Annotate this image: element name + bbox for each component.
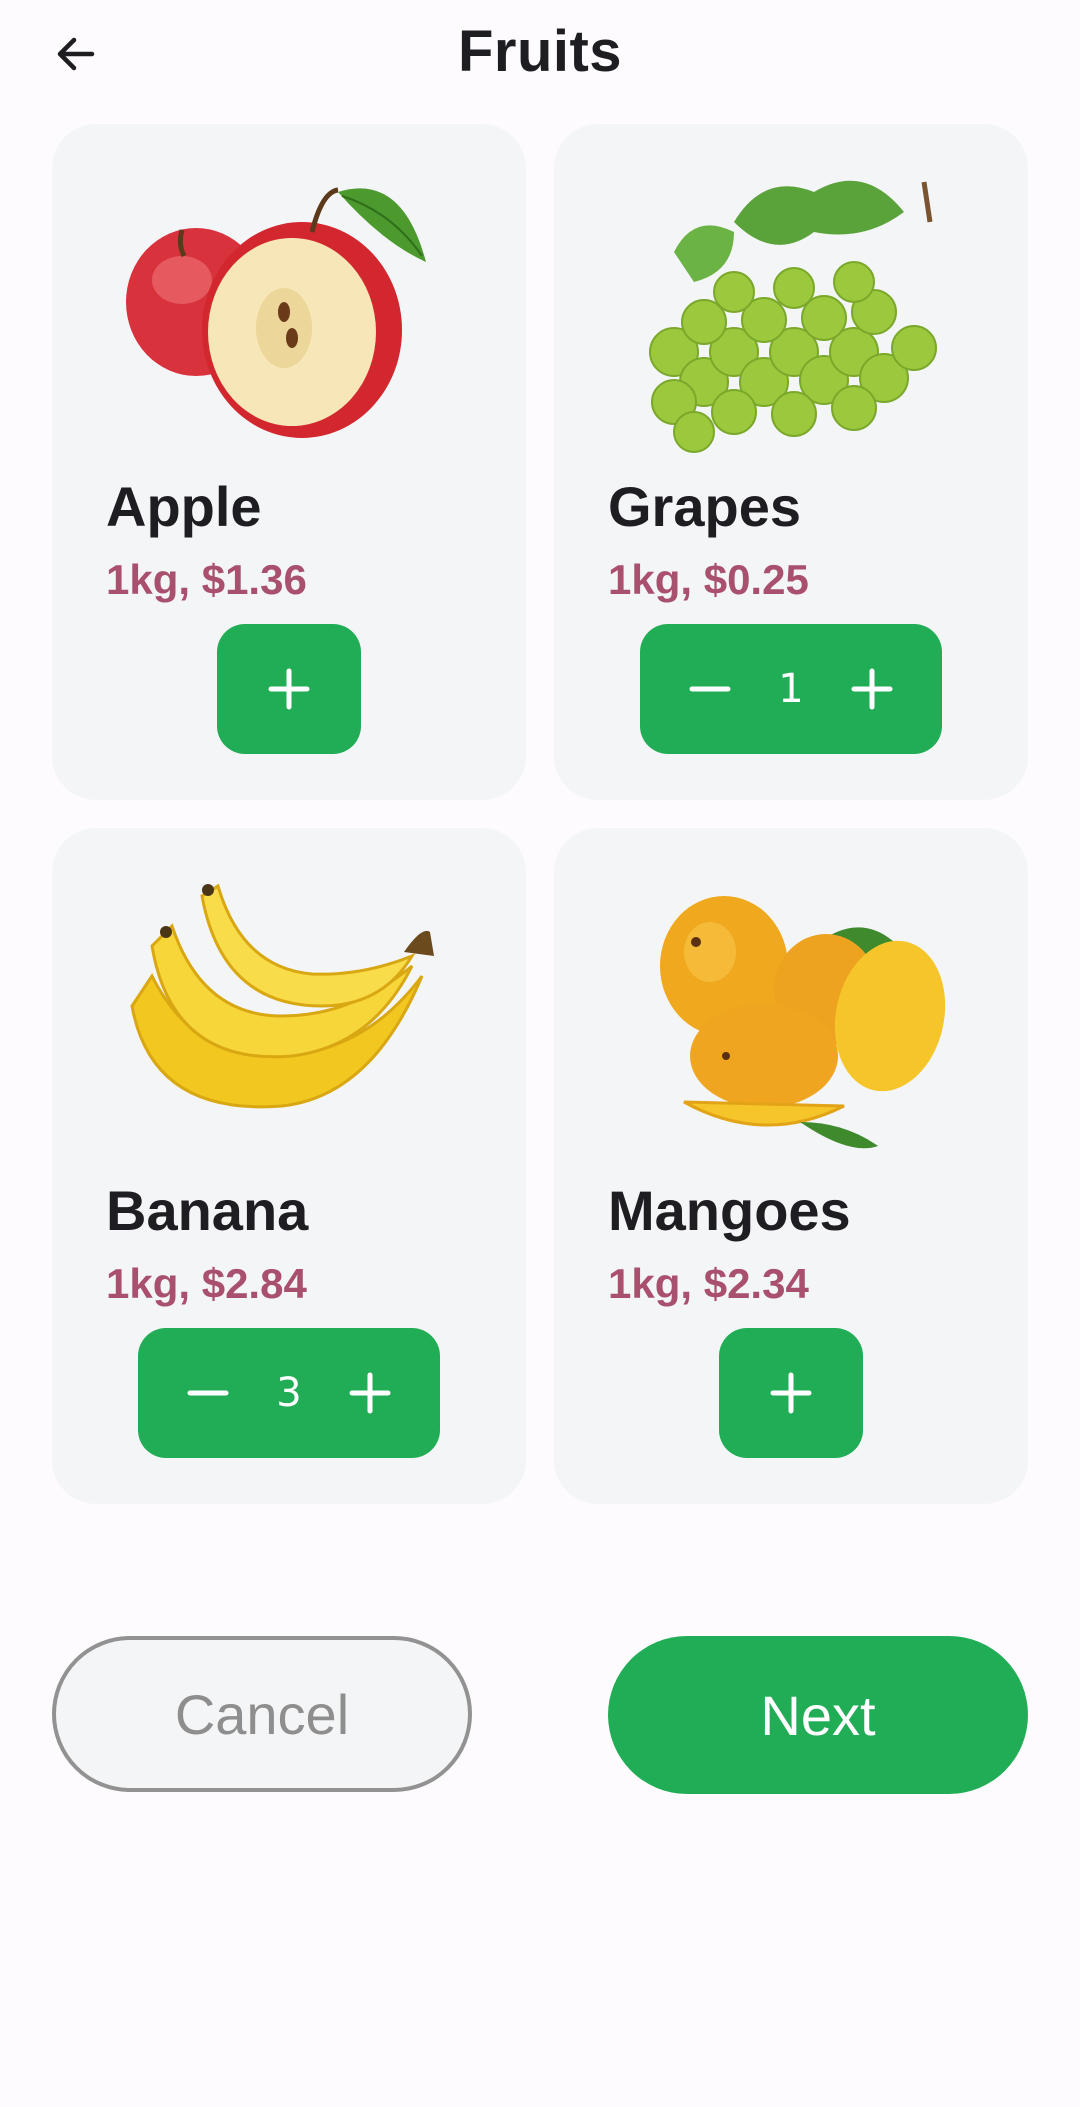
product-card-apple: Apple 1kg, $1.36: [52, 124, 526, 800]
minus-icon: [689, 686, 731, 692]
product-name: Banana: [106, 1179, 309, 1242]
decrease-button[interactable]: [674, 653, 746, 725]
product-price: 1kg, $0.25: [608, 556, 809, 603]
add-to-cart-button[interactable]: [719, 1328, 863, 1458]
add-to-cart-button[interactable]: [217, 624, 361, 754]
product-card-mangoes: Mangoes 1kg, $2.34: [554, 828, 1028, 1504]
product-name: Apple: [106, 475, 262, 538]
increase-button[interactable]: [836, 653, 908, 725]
quantity-stepper: 1: [640, 624, 942, 754]
plus-icon: [770, 1372, 812, 1414]
quantity-value: 1: [778, 666, 804, 712]
plus-icon: [349, 1372, 391, 1414]
apple-image: [112, 152, 466, 462]
grapes-image: [614, 152, 968, 462]
product-card-banana: Banana 1kg, $2.84 3: [52, 828, 526, 1504]
product-name: Mangoes: [608, 1179, 851, 1242]
app-header: Fruits: [0, 0, 1080, 110]
product-price: 1kg, $2.84: [106, 1260, 307, 1307]
product-grid: Apple 1kg, $1.36 Grapes 1kg, $0.25 1 Ban…: [52, 124, 1028, 1504]
banana-image: [112, 856, 466, 1166]
next-button[interactable]: Next: [608, 1636, 1028, 1794]
plus-icon: [851, 668, 893, 710]
product-price: 1kg, $2.34: [608, 1260, 809, 1307]
quantity-value: 3: [276, 1370, 302, 1416]
decrease-button[interactable]: [172, 1357, 244, 1429]
product-card-grapes: Grapes 1kg, $0.25 1: [554, 124, 1028, 800]
product-price: 1kg, $1.36: [106, 556, 307, 603]
minus-icon: [187, 1390, 229, 1396]
page-title: Fruits: [457, 19, 623, 84]
increase-button[interactable]: [334, 1357, 406, 1429]
quantity-stepper: 3: [138, 1328, 440, 1458]
plus-icon: [268, 668, 310, 710]
product-name: Grapes: [608, 475, 801, 538]
mangoes-image: [614, 856, 968, 1166]
cancel-button[interactable]: Cancel: [52, 1636, 472, 1792]
